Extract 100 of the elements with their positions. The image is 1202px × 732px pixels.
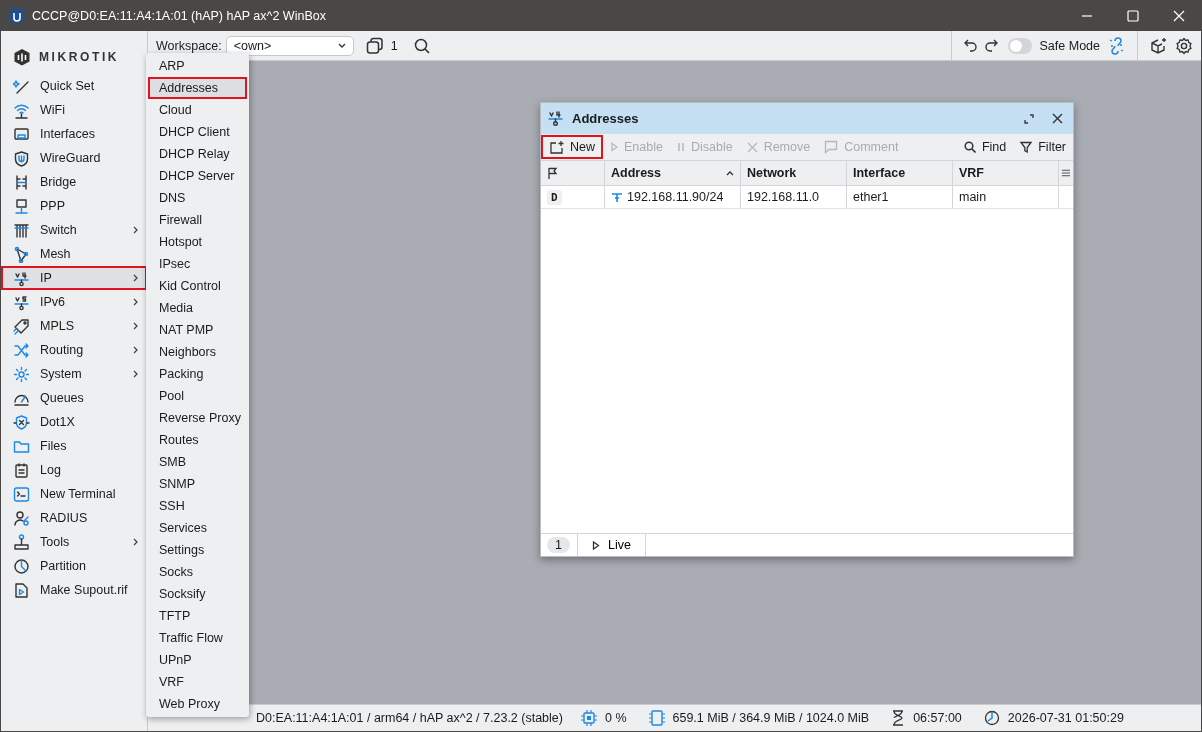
workspace-dropdown[interactable]: <own> <box>225 35 354 56</box>
sidebar-item[interactable]: Dot1X <box>1 410 147 434</box>
sidebar-item[interactable]: Mesh <box>1 242 147 266</box>
sidebar-item[interactable]: Partition <box>1 554 147 578</box>
search-icon[interactable] <box>413 37 430 54</box>
menu-item[interactable]: Addresses <box>148 77 247 99</box>
menu-item[interactable]: ARP <box>148 55 247 77</box>
menu-item[interactable]: Neighbors <box>148 341 247 363</box>
menu-item[interactable]: Packing <box>148 363 247 385</box>
expand-icon[interactable] <box>1024 113 1034 124</box>
joystick-icon <box>13 533 30 551</box>
menu-item[interactable]: Kid Control <box>148 275 247 297</box>
comment-icon <box>824 140 839 154</box>
live-button[interactable]: Live <box>576 534 646 556</box>
search-icon <box>963 141 976 153</box>
settings-icon[interactable] <box>1175 36 1193 55</box>
play-icon <box>610 142 618 152</box>
terminal-icon <box>13 485 30 503</box>
maximize-icon[interactable] <box>1127 9 1139 22</box>
menu-item[interactable]: UPnP <box>148 649 247 671</box>
sidebar-item[interactable]: IPv6 <box>1 290 147 314</box>
menu-item[interactable]: SSH <box>148 495 247 517</box>
logo-wordmark: MIKROTIK <box>39 50 120 64</box>
menu-item[interactable]: DHCP Server <box>148 165 247 187</box>
new-icon <box>549 140 564 154</box>
sidebar-item[interactable]: PPP <box>1 194 147 218</box>
sidebar-item[interactable]: Queues <box>1 386 147 410</box>
menu-item[interactable]: Cloud <box>148 99 247 121</box>
menu-item[interactable]: IPsec <box>148 253 247 275</box>
wand-icon <box>13 77 30 95</box>
toolbar-button[interactable]: Find <box>956 135 1014 159</box>
menu-item[interactable]: Traffic Flow <box>148 627 247 649</box>
window-title: CCCP@D0:EA:11:A4:1A:01 (hAP) hAP ax^2 WinBox <box>32 8 326 23</box>
column-header[interactable]: Interface <box>847 161 953 185</box>
sidebar-item[interactable]: Tools <box>1 530 147 554</box>
cpu-icon <box>580 710 597 726</box>
menu-item[interactable]: Socksify <box>148 583 247 605</box>
sidebar-item[interactable]: Log <box>1 458 147 482</box>
safe-mode-toggle[interactable] <box>1007 37 1032 54</box>
sidebar-item[interactable]: Files <box>1 434 147 458</box>
toolbar-button[interactable]: Filter <box>1013 135 1073 159</box>
shield-icon <box>13 149 30 167</box>
shuffle-icon <box>13 341 30 359</box>
menu-item[interactable]: Socks <box>148 561 247 583</box>
menu-item[interactable]: Hotspot <box>148 231 247 253</box>
ethernet-port-icon <box>13 125 30 143</box>
menu-item[interactable]: Routes <box>148 429 247 451</box>
chevron-down-icon <box>337 42 346 49</box>
menu-item[interactable]: TFTP <box>148 605 247 627</box>
menu-item[interactable]: Reverse Proxy <box>148 407 247 429</box>
sidebar-item[interactable]: IP <box>1 266 147 290</box>
row-count-badge: 1 <box>547 537 570 553</box>
table-cell: main <box>953 186 1059 208</box>
sidebar-item[interactable]: Bridge <box>1 170 147 194</box>
menu-item[interactable]: DHCP Relay <box>148 143 247 165</box>
menu-item[interactable]: SNMP <box>148 473 247 495</box>
menu-item[interactable]: Web Proxy <box>148 693 247 715</box>
app-icon <box>10 8 24 23</box>
broken-link-icon[interactable] <box>1108 36 1125 55</box>
menu-item[interactable]: DNS <box>148 187 247 209</box>
sidebar-item[interactable]: Switch <box>1 218 147 242</box>
workspace-label: Workspace: <box>156 38 222 53</box>
toolbar-button[interactable]: New <box>541 135 603 159</box>
tag-icon <box>13 317 30 335</box>
window-count: 1 <box>390 38 398 53</box>
menu-item[interactable]: Firewall <box>148 209 247 231</box>
memory-usage: 659.1 MiB / 364.9 MiB / 1024.0 MiB <box>672 711 870 725</box>
sidebar-item[interactable]: Routing <box>1 338 147 362</box>
column-header[interactable]: VRF <box>953 161 1059 185</box>
monitor-network-icon <box>13 197 30 215</box>
cpu-usage: 0 % <box>604 711 627 725</box>
sidebar-item[interactable]: New Terminal <box>1 482 147 506</box>
sidebar-item[interactable]: Interfaces <box>1 122 147 146</box>
sidebar-item[interactable]: WireGuard <box>1 146 147 170</box>
menu-item[interactable]: Settings <box>148 539 247 561</box>
menu-item[interactable]: SMB <box>148 451 247 473</box>
sidebar-item[interactable]: Quick Set <box>1 74 147 98</box>
windows-stack-icon[interactable] <box>365 37 383 54</box>
close-icon[interactable] <box>1052 113 1063 124</box>
sidebar-item[interactable]: Make Supout.rif <box>1 578 147 602</box>
menu-item[interactable]: Media <box>148 297 247 319</box>
sidebar-item[interactable]: RADIUS <box>1 506 147 530</box>
sidebar-item[interactable]: System <box>1 362 147 386</box>
column-header[interactable]: Network <box>741 161 847 185</box>
safe-mode-label: Safe Mode <box>1039 38 1100 53</box>
clock: 2026-07-31 01:50:29 <box>1007 711 1124 725</box>
sidebar-item[interactable]: WiFi <box>1 98 147 122</box>
menu-item[interactable]: Services <box>148 517 247 539</box>
plug-icon <box>611 191 623 203</box>
redo-icon[interactable] <box>984 38 1000 53</box>
column-header[interactable]: Address <box>605 161 741 185</box>
notepad-icon <box>13 461 30 479</box>
cube-sparkle-icon[interactable] <box>1150 37 1167 54</box>
sidebar-item[interactable]: MPLS <box>1 314 147 338</box>
menu-icon[interactable] <box>1061 168 1071 178</box>
menu-item[interactable]: VRF <box>148 671 247 693</box>
menu-item[interactable]: Pool <box>148 385 247 407</box>
menu-item[interactable]: DHCP Client <box>148 121 247 143</box>
menu-item[interactable]: NAT PMP <box>148 319 247 341</box>
shield-x-icon <box>13 413 30 431</box>
